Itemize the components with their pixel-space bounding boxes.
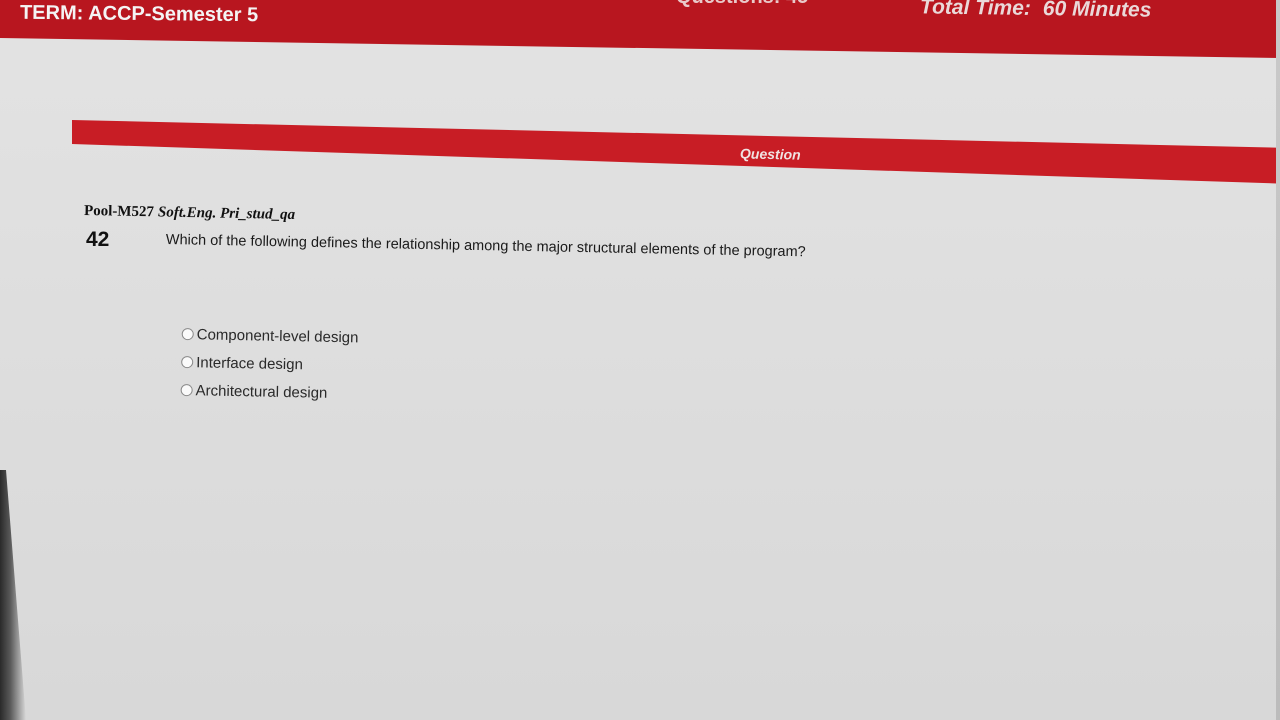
answer-option[interactable]: Component-level design: [181, 320, 359, 351]
answer-option-label: Interface design: [196, 353, 304, 373]
question-text: Which of the following defines the relat…: [165, 232, 806, 261]
exam-screen: TERM: ACCP-Semester 5 Questions: 45 Tota…: [0, 0, 1280, 720]
pool-subject: Soft.Eng. Pri_stud_qa: [157, 204, 296, 224]
question-band-title: Question: [739, 145, 801, 163]
total-time-label: Total Time:: [919, 0, 1032, 20]
total-time: Total Time: 60 Minutes: [920, 0, 1152, 23]
pool-code: Pool-M527: [83, 202, 155, 221]
term-title: TERM: ACCP-Semester 5: [19, 1, 259, 27]
monitor-bezel-shadow: [0, 470, 26, 720]
radio-button[interactable]: [181, 355, 194, 369]
radio-button[interactable]: [180, 383, 193, 397]
answer-option[interactable]: Architectural design: [180, 376, 357, 407]
question-pool: Pool-M527 Soft.Eng. Pri_stud_qa: [84, 203, 295, 224]
total-time-value: 60 Minutes: [1042, 0, 1152, 22]
question-band: [72, 120, 1280, 184]
question-number: 42: [86, 228, 110, 251]
answer-option-label: Component-level design: [196, 325, 359, 346]
answer-option[interactable]: Interface design: [181, 348, 358, 379]
monitor-edge: [1276, 0, 1280, 720]
radio-button[interactable]: [181, 327, 194, 341]
questions-count: Questions: 45: [676, 0, 808, 9]
answer-option-label: Architectural design: [195, 381, 328, 402]
answer-options: Component-level design Interface design …: [180, 320, 359, 407]
